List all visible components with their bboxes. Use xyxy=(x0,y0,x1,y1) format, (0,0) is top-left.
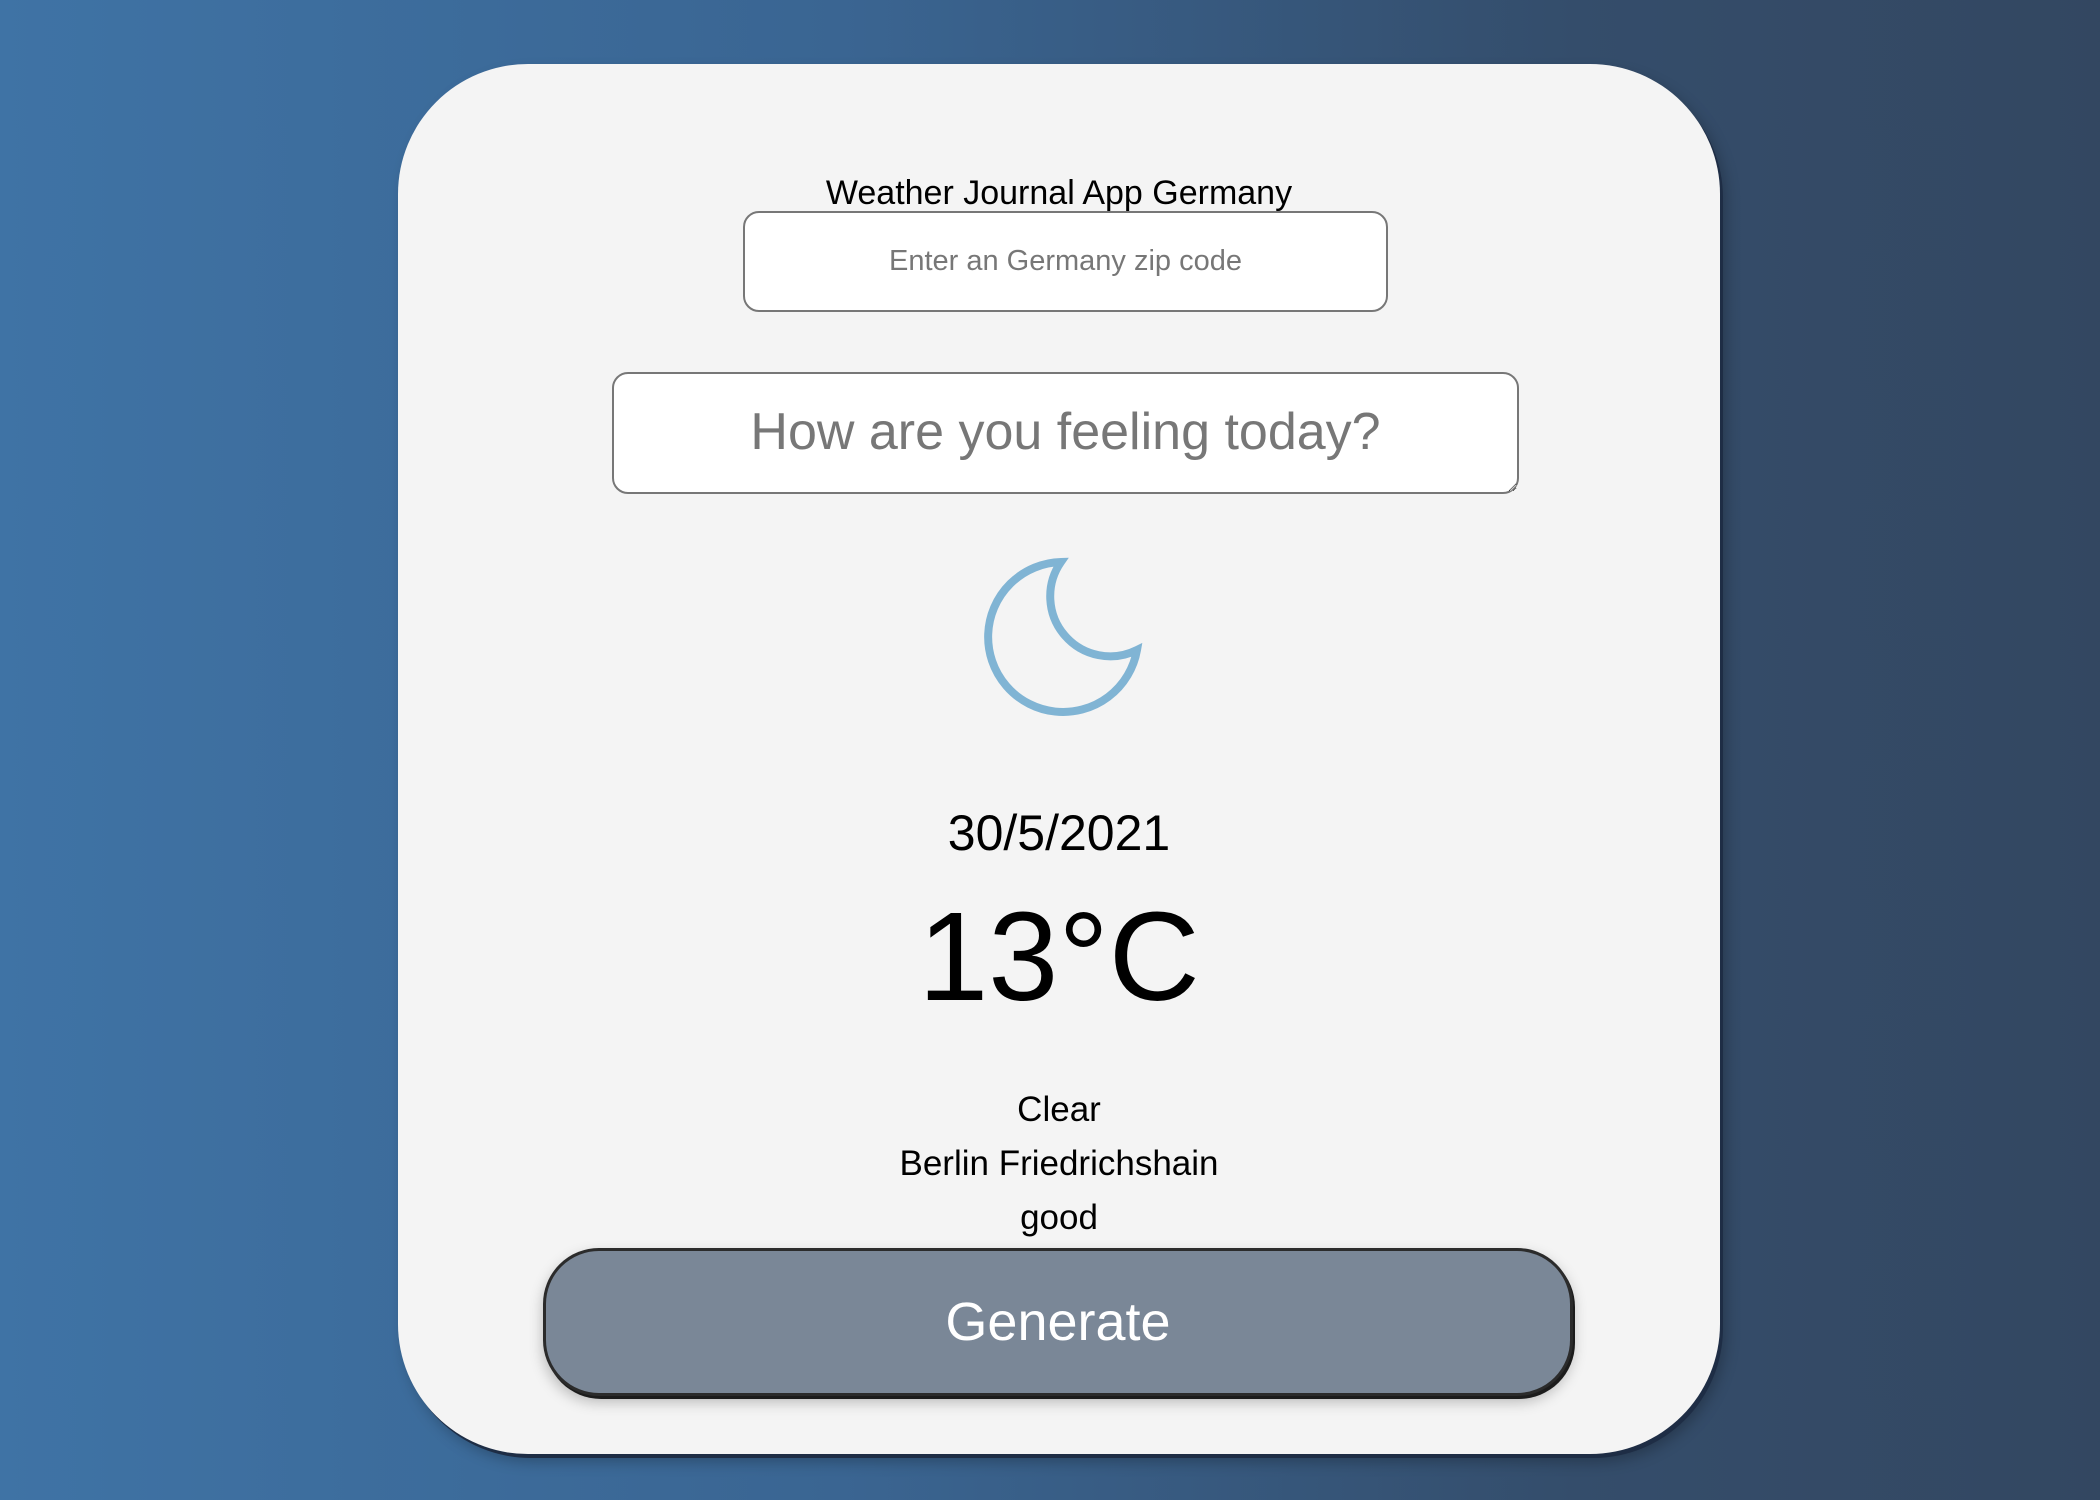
location-name: Berlin Friedrichshain xyxy=(899,1144,1219,1183)
app-title: Weather Journal App Germany xyxy=(825,174,1293,212)
feelings-textarea[interactable] xyxy=(612,372,1519,494)
moon-icon xyxy=(984,557,1143,716)
weather-card: Weather Journal App Germany 30/5/2021 13… xyxy=(398,64,1720,1454)
weather-description: Clear xyxy=(1017,1090,1101,1129)
zip-code-input[interactable] xyxy=(743,211,1388,312)
generate-button[interactable]: Generate xyxy=(543,1248,1573,1396)
feeling-entry: good xyxy=(1020,1198,1098,1237)
entry-date: 30/5/2021 xyxy=(947,805,1171,861)
temperature: 13°C xyxy=(918,886,1200,1027)
